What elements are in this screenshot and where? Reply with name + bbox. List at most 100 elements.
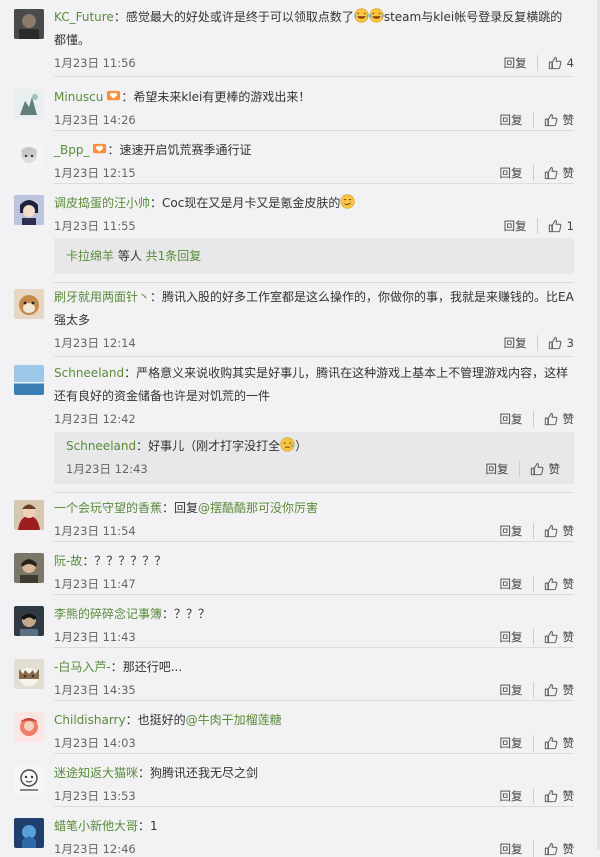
- username-link[interactable]: 一个会玩守望的香蕉: [54, 501, 162, 515]
- reply-button[interactable]: 回复: [486, 461, 520, 477]
- avatar[interactable]: [14, 500, 44, 530]
- comment-time: 1月23日 11:43: [54, 630, 136, 644]
- username-link[interactable]: 迷途知返大猫咪: [54, 766, 138, 780]
- avatar[interactable]: [14, 9, 44, 39]
- comment-actions: 回复 赞: [500, 576, 574, 592]
- comment-time: 1月23日 12:42: [54, 412, 136, 426]
- username-link[interactable]: Minuscu: [54, 90, 103, 104]
- comment-text: -白马入芦-：那还行吧...: [54, 656, 574, 679]
- separator: ：: [82, 554, 95, 568]
- reply-button[interactable]: 回复: [500, 841, 534, 857]
- username-link[interactable]: 调皮捣蛋的汪小帅: [54, 196, 150, 210]
- separator: ：: [162, 607, 175, 621]
- reply-button[interactable]: 回复: [504, 218, 538, 234]
- avatar[interactable]: [14, 289, 44, 319]
- comment-time: 1月23日 11:54: [54, 524, 136, 538]
- username-link[interactable]: 李熊的碎碎念记事簿: [54, 607, 162, 621]
- avatar[interactable]: [14, 765, 44, 795]
- thumbs-up-icon: [544, 683, 563, 697]
- like-button[interactable]: 赞: [544, 841, 574, 857]
- reply-button[interactable]: 回复: [500, 576, 534, 592]
- avatar[interactable]: [14, 195, 44, 225]
- avatar[interactable]: [14, 712, 44, 742]
- username-link[interactable]: 蜡笔小新他大哥: [54, 819, 138, 833]
- comment-content: ？？？: [174, 607, 211, 621]
- avatar[interactable]: [14, 659, 44, 689]
- like-button[interactable]: 赞: [544, 629, 574, 645]
- comment-text: 李熊的碎碎念记事簿：？？？: [54, 603, 574, 626]
- like-button[interactable]: 3: [548, 336, 574, 350]
- like-button[interactable]: 赞: [544, 411, 574, 427]
- username-link[interactable]: Schneeland: [66, 439, 136, 453]
- reply-button[interactable]: 回复: [500, 165, 534, 181]
- smirk-emoji-icon: [340, 194, 355, 209]
- username-link[interactable]: _Bpp_: [54, 143, 89, 157]
- comment-actions: 回复 1: [504, 218, 574, 234]
- mention-link[interactable]: @牛肉干加榴莲糖: [186, 713, 282, 727]
- like-button[interactable]: 赞: [544, 165, 574, 181]
- username-link[interactable]: -白马入芦-: [54, 660, 111, 674]
- avatar[interactable]: [14, 818, 44, 848]
- reply-button[interactable]: 回复: [500, 411, 534, 427]
- like-count: 赞: [562, 113, 575, 127]
- thumbs-up-icon: [544, 412, 563, 426]
- like-button[interactable]: 赞: [544, 576, 574, 592]
- comment-actions: 回复 赞: [500, 682, 575, 698]
- comment-content: 感觉最大的好处或许是终于可以领取点数了: [125, 10, 354, 24]
- sub-replies-box[interactable]: 卡拉绵羊 等人 共1条回复: [54, 238, 574, 274]
- comment-content: 那还行吧...: [122, 660, 183, 674]
- reply-button[interactable]: 回复: [500, 629, 534, 645]
- like-button[interactable]: 赞: [544, 112, 575, 128]
- thumbs-up-icon: [544, 166, 563, 180]
- thumbs-up-icon: [544, 789, 563, 803]
- comment-time: 1月23日 11:55: [54, 219, 136, 233]
- cry-emoji-icon: [280, 437, 295, 452]
- like-button[interactable]: 赞: [544, 735, 575, 751]
- comment-actions: 回复 赞: [486, 461, 560, 477]
- like-button[interactable]: 1: [548, 219, 574, 233]
- comment-actions: 回复 赞: [500, 735, 575, 751]
- reply-button[interactable]: 回复: [504, 55, 538, 71]
- sub-reply-mid: 等人: [114, 249, 146, 263]
- username-link[interactable]: 阮-故: [54, 554, 82, 568]
- divider: [54, 753, 574, 754]
- separator: ：: [150, 290, 163, 304]
- username-link[interactable]: Schneeland: [54, 366, 124, 380]
- like-count: 赞: [562, 789, 575, 803]
- comment-text: _Bpp_ ：速速开启饥荒赛季通行证: [54, 139, 574, 162]
- avatar[interactable]: [14, 142, 44, 172]
- reply-button[interactable]: 回复: [500, 682, 534, 698]
- comment-time: 1月23日 12:14: [54, 336, 136, 350]
- username-link[interactable]: KC_Future: [54, 10, 114, 24]
- avatar[interactable]: [14, 365, 44, 395]
- like-count: 赞: [562, 736, 575, 750]
- reply-button[interactable]: 回复: [500, 523, 534, 539]
- like-button[interactable]: 赞: [544, 682, 575, 698]
- like-button[interactable]: 赞: [530, 461, 560, 477]
- comment-content: 回复: [174, 501, 199, 515]
- mention-link[interactable]: @摆酷酷那可没你厉害: [198, 501, 318, 515]
- avatar[interactable]: [14, 553, 44, 583]
- view-replies-link[interactable]: 共1条回复: [146, 249, 202, 263]
- reply-button[interactable]: 回复: [500, 788, 534, 804]
- comment-text: 刷牙就用两面针丶：腾讯入股的好多工作室都是这么操作的，你做你的事，我就是来赚钱的…: [54, 286, 574, 332]
- comment-actions: 回复 赞: [500, 841, 574, 857]
- like-button[interactable]: 赞: [544, 523, 574, 539]
- separator: ：: [150, 196, 163, 210]
- username-link[interactable]: 刷牙就用两面针丶: [54, 290, 150, 304]
- avatar[interactable]: [14, 89, 44, 119]
- reply-button[interactable]: 回复: [500, 112, 534, 128]
- reply-button[interactable]: 回复: [500, 735, 534, 751]
- like-button[interactable]: 4: [548, 56, 574, 70]
- like-button[interactable]: 赞: [544, 788, 575, 804]
- reply-button[interactable]: 回复: [504, 335, 538, 351]
- comment-content: Coc现在又是月卡又是氪金皮肤的: [162, 196, 341, 210]
- thumbs-up-icon: [548, 219, 567, 233]
- separator: ：: [162, 501, 175, 515]
- sub-reply-user-link[interactable]: 卡拉绵羊: [66, 249, 114, 263]
- like-count: 赞: [562, 683, 575, 697]
- username-link[interactable]: Childisharry: [54, 713, 126, 727]
- separator: ：: [136, 439, 149, 453]
- thumbs-up-icon: [544, 630, 563, 644]
- avatar[interactable]: [14, 606, 44, 636]
